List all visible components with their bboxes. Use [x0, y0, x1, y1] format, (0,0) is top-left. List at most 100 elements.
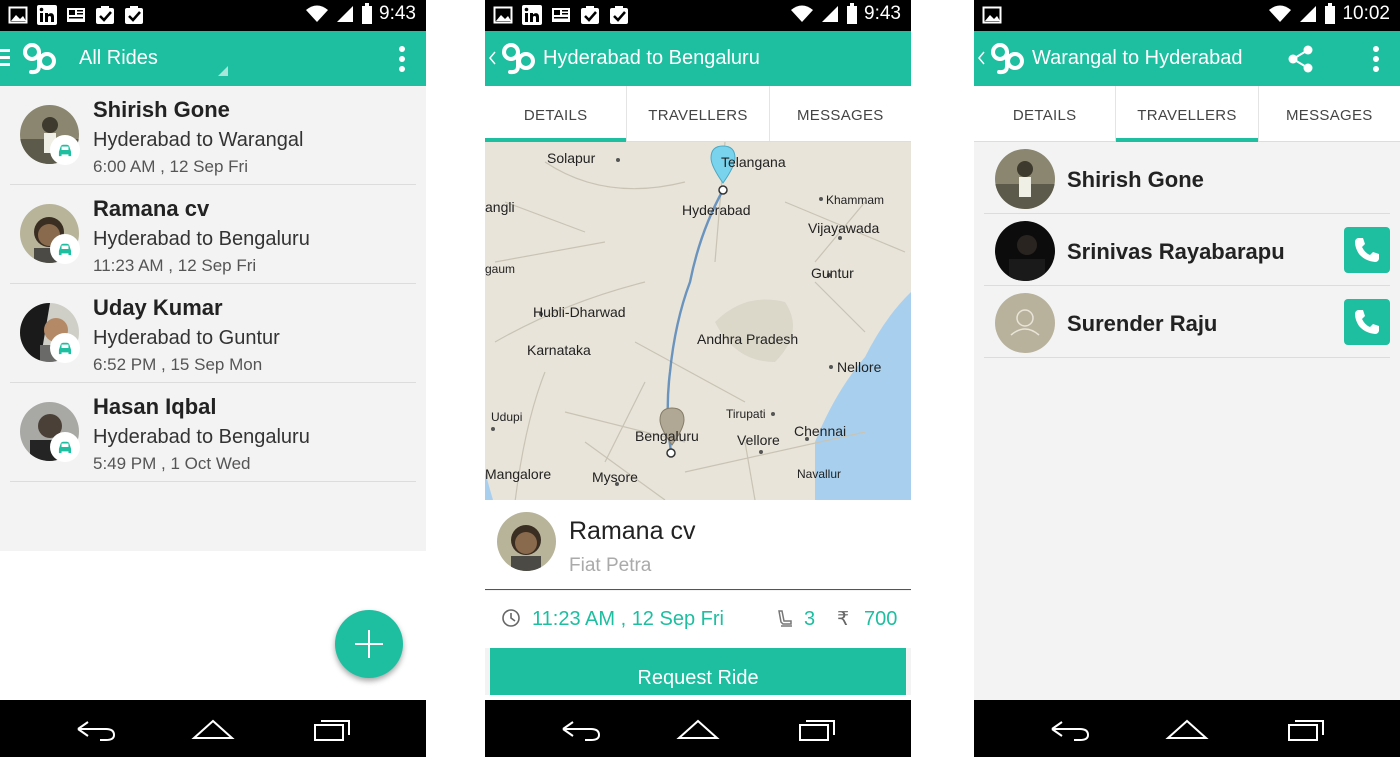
map-label: Telangana [721, 154, 786, 170]
news-notification-icon [66, 5, 86, 25]
page-title: Hyderabad to Bengaluru [543, 47, 760, 69]
ride-route: Hyderabad to Bengaluru [93, 426, 310, 448]
signal-icon [1298, 4, 1318, 24]
task-notification-icon [609, 5, 629, 25]
car-icon [50, 333, 80, 363]
tab-messages[interactable]: MESSAGES [1259, 86, 1400, 141]
go-logo-icon[interactable] [988, 39, 1028, 79]
avatar [995, 293, 1055, 353]
recent-apps-icon[interactable] [311, 716, 355, 742]
app-bar: Warangal to Hyderabad [974, 31, 1400, 86]
clock-icon [501, 608, 521, 628]
list-item[interactable]: Srinivas Rayabarapu [984, 214, 1390, 286]
avatar [995, 149, 1055, 209]
map-label: Mysore [592, 469, 638, 485]
rupee-icon: ₹ [837, 609, 850, 630]
seat-icon [775, 609, 795, 629]
driver-car: Fiat Petra [569, 555, 652, 576]
map-label: Khammam [826, 193, 885, 207]
ride-info-row: 11:23 AM , 12 Sep Fri 3 ₹ 700 [485, 591, 911, 648]
back-icon[interactable] [74, 716, 118, 742]
overflow-menu-icon[interactable] [398, 45, 406, 73]
map-label: Hyderabad [682, 202, 751, 218]
signal-icon [335, 4, 355, 24]
recent-apps-icon[interactable] [796, 716, 840, 742]
map-label: Tirupati [726, 407, 766, 421]
map-label: Mangalore [485, 466, 552, 482]
home-icon[interactable] [676, 716, 720, 742]
rider-name: Shirish Gone [93, 97, 230, 122]
map-label: Vellore [737, 432, 780, 448]
overflow-menu-icon[interactable] [1372, 45, 1380, 73]
travellers-screen: 10:02 Warangal to Hyderabad DETAILS TRAV… [974, 0, 1400, 757]
recent-apps-icon[interactable] [1285, 716, 1329, 742]
rider-name: Hasan Iqbal [93, 394, 217, 419]
back-arrow-icon[interactable] [978, 51, 986, 65]
page-title[interactable]: All Rides [79, 47, 158, 70]
car-icon [50, 234, 80, 264]
linkedin-notification-icon [37, 5, 57, 25]
share-icon[interactable] [1286, 44, 1316, 74]
list-item[interactable]: Surender Raju [984, 286, 1390, 358]
go-logo-icon[interactable] [499, 39, 539, 79]
tab-bar: DETAILS TRAVELLERS MESSAGES [974, 86, 1400, 142]
task-notification-icon [580, 5, 600, 25]
list-item[interactable]: Ramana cv Hyderabad to Bengaluru 11:23 A… [10, 185, 416, 284]
ride-time: 6:00 AM , 12 Sep Fri [93, 157, 248, 176]
request-ride-button[interactable]: Request Ride [490, 648, 906, 695]
map-label: gaum [485, 262, 516, 276]
ride-route: Hyderabad to Warangal [93, 129, 304, 151]
all-rides-screen: 9:43 All Rides Shirish Gone Hyderabad to… [0, 0, 426, 757]
car-icon [50, 432, 80, 462]
home-icon[interactable] [1165, 716, 1209, 742]
status-bar: 9:43 [0, 0, 426, 31]
drawer-menu-icon[interactable] [0, 47, 12, 69]
list-item[interactable]: Shirish Gone Hyderabad to Warangal 6:00 … [10, 86, 416, 185]
back-arrow-icon[interactable] [489, 51, 497, 65]
tab-bar: DETAILS TRAVELLERS MESSAGES [485, 86, 911, 142]
call-button[interactable] [1344, 227, 1390, 273]
map-label: Chennai [794, 423, 847, 439]
seats-available: 3 [804, 608, 816, 630]
status-bar: 9:43 [485, 0, 911, 31]
wifi-icon [790, 4, 814, 24]
wifi-icon [1268, 4, 1292, 24]
list-item[interactable]: Shirish Gone [984, 142, 1390, 214]
photo-notification-icon [493, 5, 513, 25]
route-map[interactable]: Solapur Telangana Hyderabad Khammam angl… [485, 142, 911, 500]
photo-notification-icon [982, 5, 1002, 25]
avatar [995, 221, 1055, 281]
map-label: Navallur [797, 467, 842, 481]
home-icon[interactable] [191, 716, 235, 742]
tab-travellers[interactable]: TRAVELLERS [1116, 86, 1259, 142]
map-label: Udupi [491, 410, 523, 424]
ride-price: 700 [864, 608, 898, 630]
list-item[interactable]: Uday Kumar Hyderabad to Guntur 6:52 PM ,… [10, 284, 416, 383]
tab-details[interactable]: DETAILS [485, 86, 628, 142]
news-notification-icon [551, 5, 571, 25]
signal-icon [820, 4, 840, 24]
ride-list: Shirish Gone Hyderabad to Warangal 6:00 … [0, 86, 426, 551]
tab-travellers[interactable]: TRAVELLERS [627, 86, 770, 141]
tab-messages[interactable]: MESSAGES [770, 86, 911, 141]
task-notification-icon [124, 5, 144, 25]
add-ride-button[interactable] [335, 610, 403, 678]
photo-notification-icon [8, 5, 28, 25]
back-icon[interactable] [1048, 716, 1092, 742]
ride-time: 11:23 AM , 12 Sep Fri [93, 256, 257, 275]
tab-details[interactable]: DETAILS [974, 86, 1117, 141]
go-logo-icon[interactable] [20, 39, 60, 79]
driver-card[interactable]: Ramana cv Fiat Petra [485, 500, 911, 590]
wifi-icon [305, 4, 329, 24]
ride-time: 5:49 PM , 1 Oct Wed [93, 454, 251, 473]
call-button[interactable] [1344, 299, 1390, 345]
list-item[interactable]: Hasan Iqbal Hyderabad to Bengaluru 5:49 … [10, 383, 416, 482]
map-label: Andhra Pradesh [697, 331, 799, 347]
task-notification-icon [95, 5, 115, 25]
status-bar: 10:02 [974, 0, 1400, 31]
status-time: 9:43 [864, 3, 901, 24]
back-icon[interactable] [559, 716, 603, 742]
driver-name: Ramana cv [569, 517, 696, 545]
ride-route: Hyderabad to Bengaluru [93, 228, 310, 250]
dropdown-indicator-icon[interactable] [217, 65, 229, 77]
